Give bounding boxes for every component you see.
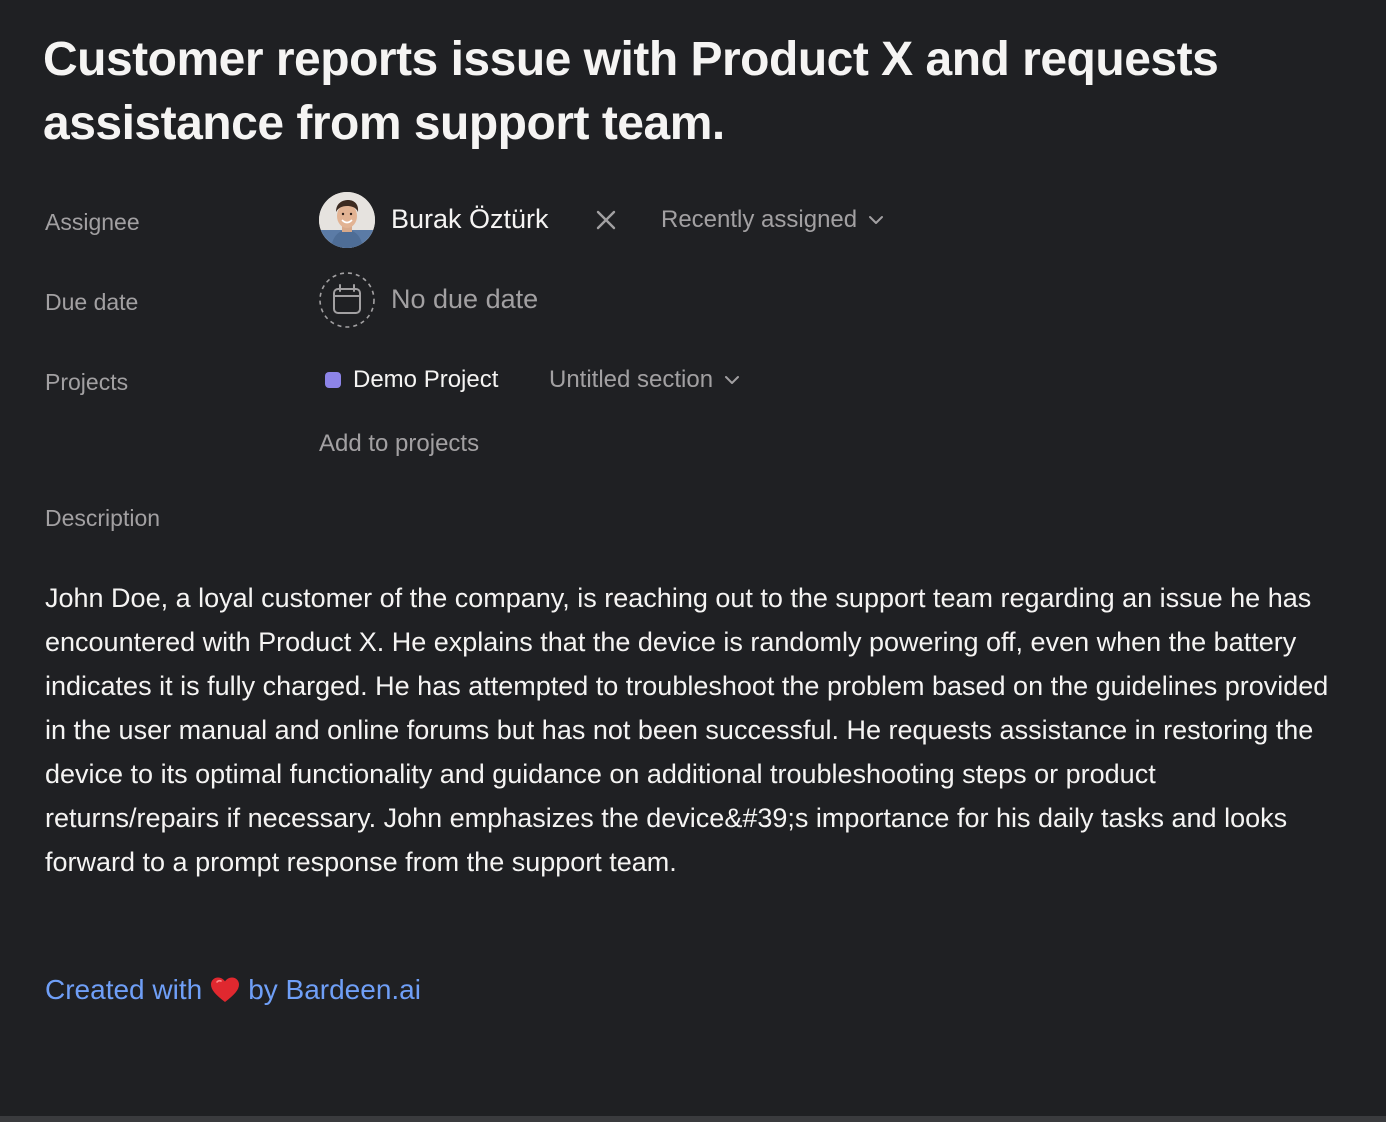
recently-assigned-dropdown[interactable]: Recently assigned — [661, 206, 885, 234]
bottom-divider — [0, 1116, 1386, 1122]
project-name[interactable]: Demo Project — [353, 366, 498, 394]
task-detail-pane: Customer reports issue with Product X an… — [0, 0, 1386, 1116]
avatar-image — [319, 192, 375, 248]
remove-assignee-button[interactable] — [592, 206, 620, 234]
project-color-dot — [325, 372, 341, 388]
chevron-down-icon — [725, 376, 740, 384]
due-date-label: Due date — [45, 289, 139, 315]
heart-icon — [211, 977, 240, 1002]
description-text[interactable]: John Doe, a loyal customer of the compan… — [45, 576, 1335, 884]
created-with-credit: Created with by Bardeen.ai — [45, 974, 421, 1006]
due-date-value[interactable]: No due date — [391, 284, 538, 315]
recently-assigned-label: Recently assigned — [661, 206, 858, 233]
task-title[interactable]: Customer reports issue with Product X an… — [43, 28, 1293, 156]
bardeen-link[interactable]: by Bardeen.ai — [248, 974, 421, 1006]
avatar[interactable] — [319, 192, 375, 248]
description-label: Description — [45, 505, 161, 531]
assignee-label: Assignee — [45, 209, 140, 235]
close-icon — [596, 210, 616, 230]
due-date-picker-button[interactable] — [319, 272, 375, 328]
created-with-text: Created with — [45, 974, 203, 1005]
projects-label: Projects — [45, 369, 129, 395]
chevron-down-icon — [869, 216, 884, 224]
project-section-label: Untitled section — [549, 366, 714, 393]
add-to-projects-button[interactable]: Add to projects — [319, 430, 479, 458]
assignee-name[interactable]: Burak Öztürk — [391, 204, 549, 235]
project-section-dropdown[interactable]: Untitled section — [549, 366, 741, 394]
calendar-icon — [319, 272, 375, 328]
